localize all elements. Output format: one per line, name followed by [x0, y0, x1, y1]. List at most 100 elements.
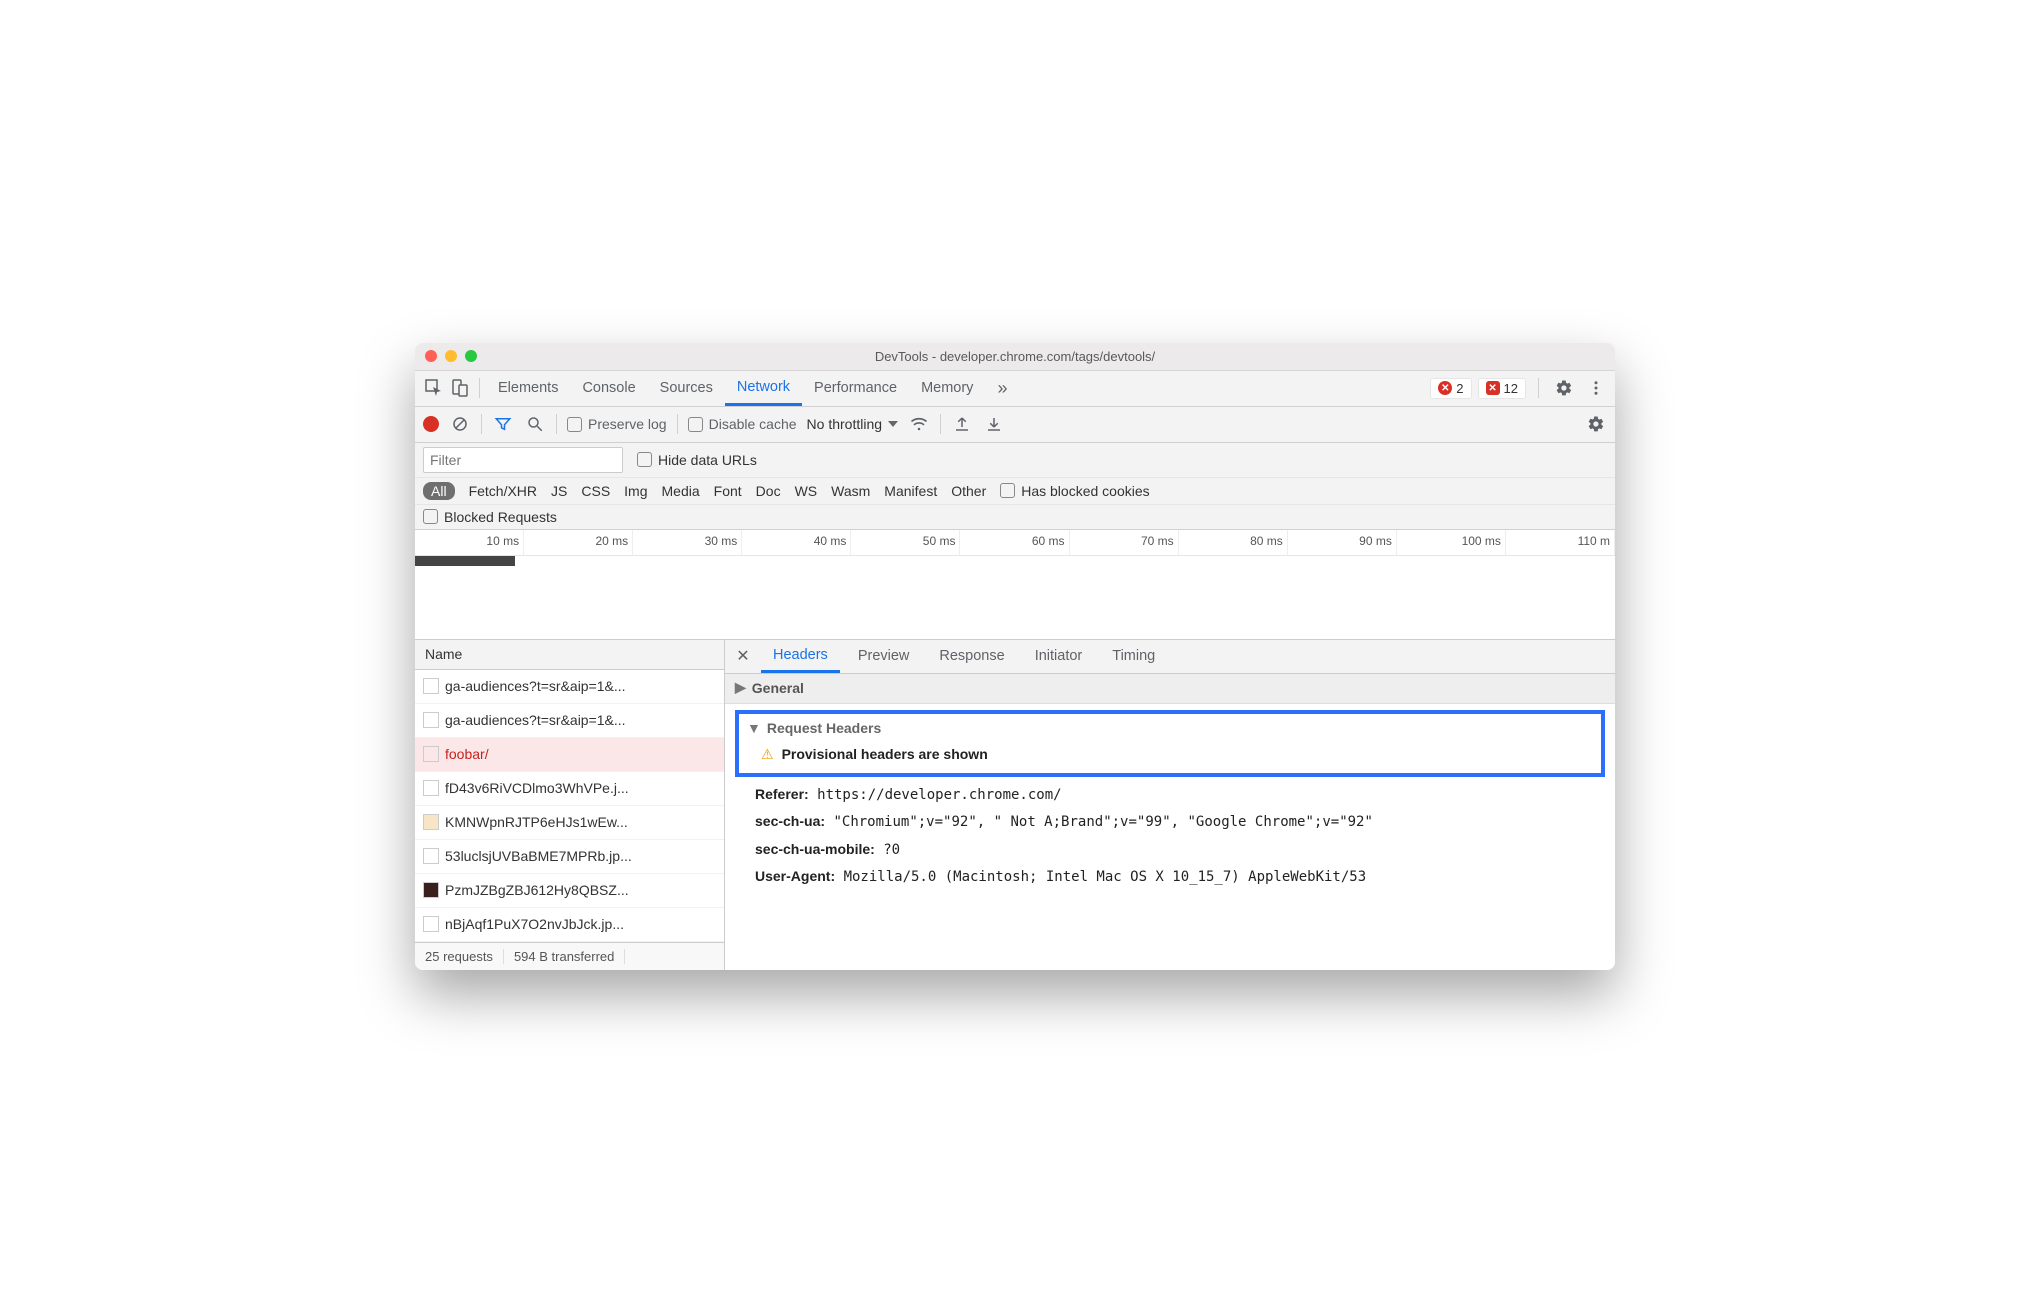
request-headers-section-header[interactable]: ▼ Request Headers [747, 720, 1591, 736]
kebab-menu-icon[interactable] [1583, 375, 1609, 401]
header-row: Referer: https://developer.chrome.com/ [755, 781, 1595, 809]
file-icon [423, 746, 439, 762]
device-toolbar-icon[interactable] [447, 375, 473, 401]
provisional-headers-warning: ⚠ Provisional headers are shown [761, 746, 1591, 763]
request-headers-label: Request Headers [767, 720, 881, 736]
timeline-ticks: 10 ms 20 ms 30 ms 40 ms 50 ms 60 ms 70 m… [415, 530, 1615, 556]
header-row: sec-ch-ua-mobile: ?0 [755, 836, 1595, 864]
maximize-window-button[interactable] [465, 350, 477, 362]
footer-requests: 25 requests [415, 949, 504, 964]
header-key: User-Agent: [755, 868, 835, 884]
record-button[interactable] [423, 416, 439, 432]
filter-chip-css[interactable]: CSS [581, 483, 610, 499]
request-row[interactable]: KMNWpnRJTP6eHJs1wEw... [415, 806, 724, 840]
file-icon [423, 848, 439, 864]
network-settings-gear-icon[interactable] [1585, 413, 1607, 435]
detail-tab-preview[interactable]: Preview [846, 640, 922, 673]
network-conditions-icon[interactable] [908, 413, 930, 435]
header-row: sec-ch-ua: "Chromium";v="92", " Not A;Br… [755, 808, 1595, 836]
tl-tick-label: 10 ms [486, 534, 519, 548]
tab-performance[interactable]: Performance [802, 371, 909, 406]
file-icon [423, 780, 439, 796]
filter-type-row: All Fetch/XHR JS CSS Img Media Font Doc … [415, 478, 1615, 505]
throttling-select[interactable]: No throttling [807, 416, 898, 432]
disclosure-triangle-icon: ▼ [747, 720, 761, 736]
inspect-element-icon[interactable] [421, 375, 447, 401]
clear-icon[interactable] [449, 413, 471, 435]
tab-network[interactable]: Network [725, 371, 802, 406]
tl-tick-label: 20 ms [596, 534, 629, 548]
devtools-window: DevTools - developer.chrome.com/tags/dev… [415, 343, 1615, 970]
header-value: "Chromium";v="92", " Not A;Brand";v="99"… [833, 814, 1372, 830]
request-row[interactable]: fD43v6RiVCDlmo3WhVPe.j... [415, 772, 724, 806]
detail-tab-headers[interactable]: Headers [761, 640, 840, 673]
disable-cache-checkbox[interactable]: Disable cache [688, 416, 797, 432]
download-har-icon[interactable] [983, 413, 1005, 435]
filter-input[interactable] [423, 447, 623, 473]
request-name: ga-audiences?t=sr&aip=1&... [445, 678, 626, 694]
issue-count: 12 [1504, 381, 1518, 396]
request-row[interactable]: foobar/ [415, 738, 724, 772]
request-row[interactable]: 53luclsjUVBaBME7MPRb.jp... [415, 840, 724, 874]
error-icon: ✕ [1438, 381, 1452, 395]
filter-chip-fetchxhr[interactable]: Fetch/XHR [469, 483, 537, 499]
issues-badge[interactable]: ✕ 12 [1478, 378, 1526, 399]
request-row[interactable]: PzmJZBgZBJ612Hy8QBSZ... [415, 874, 724, 908]
tl-tick-label: 60 ms [1032, 534, 1065, 548]
window-title: DevTools - developer.chrome.com/tags/dev… [415, 349, 1615, 364]
tl-tick-label: 90 ms [1359, 534, 1392, 548]
network-toolbar: Preserve log Disable cache No throttling [415, 407, 1615, 443]
filter-chip-doc[interactable]: Doc [756, 483, 781, 499]
close-detail-icon[interactable]: ✕ [731, 644, 755, 668]
upload-har-icon[interactable] [951, 413, 973, 435]
filter-chip-media[interactable]: Media [662, 483, 700, 499]
request-row[interactable]: ga-audiences?t=sr&aip=1&... [415, 670, 724, 704]
close-window-button[interactable] [425, 350, 437, 362]
filter-funnel-icon[interactable] [492, 413, 514, 435]
filter-chip-other[interactable]: Other [951, 483, 986, 499]
separator [556, 414, 557, 434]
filter-chip-js[interactable]: JS [551, 483, 567, 499]
blocked-requests-label: Blocked Requests [444, 509, 557, 525]
request-row[interactable]: ga-audiences?t=sr&aip=1&... [415, 704, 724, 738]
has-blocked-cookies-checkbox[interactable]: Has blocked cookies [1000, 483, 1149, 499]
detail-tab-timing[interactable]: Timing [1100, 640, 1167, 673]
settings-gear-icon[interactable] [1551, 375, 1577, 401]
detail-body[interactable]: ▶General ▼ Request Headers ⚠ Provisional … [725, 674, 1615, 970]
timeline-overview[interactable]: 10 ms 20 ms 30 ms 40 ms 50 ms 60 ms 70 m… [415, 530, 1615, 640]
filter-chip-all[interactable]: All [423, 482, 455, 500]
blocked-requests-checkbox[interactable]: Blocked Requests [423, 509, 557, 525]
filter-chip-manifest[interactable]: Manifest [884, 483, 937, 499]
minimize-window-button[interactable] [445, 350, 457, 362]
detail-tab-initiator[interactable]: Initiator [1023, 640, 1095, 673]
console-errors-badge[interactable]: ✕ 2 [1430, 378, 1471, 399]
request-name: fD43v6RiVCDlmo3WhVPe.j... [445, 780, 629, 796]
request-header-list: Referer: https://developer.chrome.com/ s… [725, 777, 1615, 901]
filter-row: Hide data URLs [415, 443, 1615, 478]
request-row[interactable]: nBjAqf1PuX7O2nvJbJck.jp... [415, 908, 724, 942]
filter-chip-ws[interactable]: WS [795, 483, 818, 499]
request-list-body[interactable]: ga-audiences?t=sr&aip=1&... ga-audiences… [415, 670, 724, 942]
general-section-header[interactable]: ▶General [725, 674, 1615, 704]
detail-tab-response[interactable]: Response [927, 640, 1016, 673]
tl-tick-label: 40 ms [814, 534, 847, 548]
request-list-header[interactable]: Name [415, 640, 724, 670]
file-icon [423, 678, 439, 694]
filter-chip-img[interactable]: Img [624, 483, 647, 499]
file-icon [423, 916, 439, 932]
search-icon[interactable] [524, 413, 546, 435]
tab-elements[interactable]: Elements [486, 371, 570, 406]
general-label: General [752, 680, 804, 696]
disable-cache-label: Disable cache [709, 416, 797, 432]
request-list: Name ga-audiences?t=sr&aip=1&... ga-audi… [415, 640, 725, 970]
tab-sources[interactable]: Sources [648, 371, 725, 406]
tab-memory[interactable]: Memory [909, 371, 985, 406]
detail-tabstrip: ✕ Headers Preview Response Initiator Tim… [725, 640, 1615, 674]
filter-chip-wasm[interactable]: Wasm [831, 483, 870, 499]
tab-console[interactable]: Console [570, 371, 647, 406]
hide-data-urls-checkbox[interactable]: Hide data URLs [637, 452, 757, 468]
network-split: Name ga-audiences?t=sr&aip=1&... ga-audi… [415, 640, 1615, 970]
tabs-overflow[interactable]: » [985, 371, 1019, 406]
preserve-log-checkbox[interactable]: Preserve log [567, 416, 667, 432]
filter-chip-font[interactable]: Font [714, 483, 742, 499]
